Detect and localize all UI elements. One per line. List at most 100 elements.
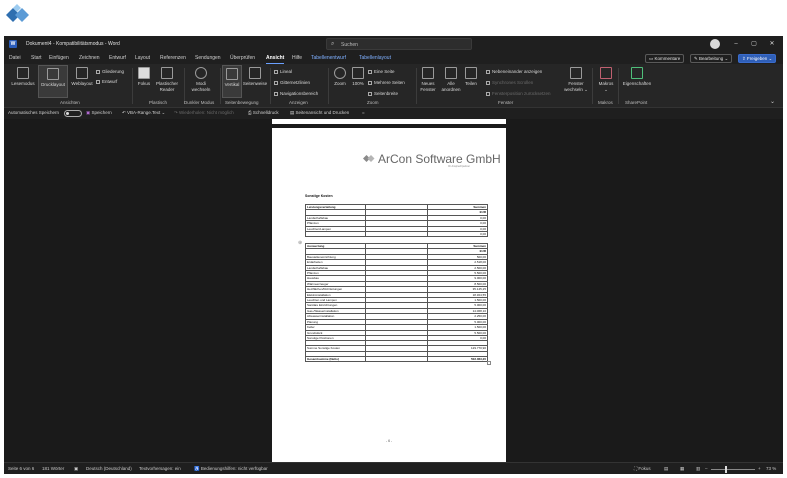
tab-ansicht[interactable]: Ansicht [266,55,285,64]
zoom-out-icon[interactable]: – [705,466,708,471]
new-window-icon [422,67,434,79]
separator [618,68,619,104]
print-layout-icon[interactable]: ▦ [680,466,684,472]
quickprint-button[interactable]: ⎙ Schnelldruck [248,110,279,115]
plastischer-reader-button[interactable]: Plastischer Reader [154,67,180,93]
zoom-100-button[interactable]: 100% [350,67,366,87]
table-cell[interactable] [365,355,428,363]
tab-tabellenlayout[interactable]: Tabellenlayout [359,55,391,61]
text-predictions[interactable]: Textvorhersagen: ein [139,466,181,471]
tab-sendungen[interactable]: Sendungen [195,55,221,61]
fenster-wechseln-button[interactable]: Fenster wechseln ⌄ [564,67,588,93]
collapse-ribbon-icon[interactable]: ⌄ [770,98,775,105]
table-cell[interactable] [305,230,366,238]
comments-button[interactable]: ▭ Kommentare [645,54,685,63]
document-page[interactable]: ArCon Software GmbH Ihr Ansprechpartner … [272,128,506,462]
properties-icon [631,67,643,79]
share-button[interactable]: ⇪ Freigeben ⌄ [738,54,777,63]
zoom-slider[interactable] [711,469,755,470]
proofing-icon[interactable]: ▣ [74,466,78,472]
makros-button[interactable]: Makros ⌄ [596,67,616,93]
neues-fenster-button[interactable]: Neues Fenster [418,67,438,93]
close-button[interactable]: ✕ [766,39,778,49]
lesemodus-label: Lesemodus [11,81,35,86]
user-avatar[interactable] [710,39,720,49]
alle-anordnen-button[interactable]: Alle anordnen [440,67,462,93]
separator [328,68,329,104]
fensterposition-button[interactable]: Fensterposition zurücksetzen [486,91,551,96]
section-title: Sonstige Kosten [305,194,333,198]
editing-mode-button[interactable]: ✎ Bearbeitung ⌄ [690,54,733,63]
accessibility-icon: ♿ [194,466,201,471]
seitenbreite-button[interactable]: Seitenbreite [368,91,398,96]
seitenweise-label: Seitenweise [242,81,268,86]
tab-einfuegen[interactable]: Einfügen [49,55,69,61]
zoom-slider-thumb[interactable] [725,466,728,473]
language-indicator[interactable]: Deutsch (Deutschland) [86,466,132,471]
autosave-toggle[interactable] [64,110,82,117]
table-cell[interactable] [365,230,428,238]
table-resize-handle[interactable] [487,361,491,365]
table-cell[interactable]: 502.063,20 [427,355,488,363]
drucklayout-button[interactable]: Drucklayout [38,65,68,98]
document-title: Dokument4 - Kompatibilitätsmodus - Word [26,41,120,47]
mehrere-seiten-button[interactable]: Mehrere Seiten [368,80,405,85]
tab-tabellenentwurf[interactable]: Tabellenentwurf [311,55,346,61]
zoom-level[interactable]: 73 % [766,466,776,471]
lesemodus-button[interactable]: Lesemodus [8,67,38,87]
tab-datei[interactable]: Datei [9,55,21,61]
gliederung-label: Gliederung [102,69,125,74]
web-layout-icon[interactable]: ▥ [696,466,700,472]
word-count[interactable]: 181 Wörter [42,466,64,471]
print-preview-button[interactable]: ▤ Seitenansicht und Drucken [290,110,349,116]
minimize-button[interactable]: – [730,39,742,49]
page-count[interactable]: Seite 6 von 6 [8,466,34,471]
tab-hilfe[interactable]: Hilfe [292,55,302,61]
nebeneinander-button[interactable]: Nebeneinander anzeigen [486,69,542,74]
zoom-button[interactable]: Zoom [331,67,349,87]
read-mode-icon[interactable]: ▤ [664,466,668,472]
weblayout-button[interactable]: Weblayout [68,67,96,87]
search-box[interactable]: ⌕ Suchen [326,38,472,50]
gliederung-button[interactable]: Gliederung [96,69,124,74]
tab-layout[interactable]: Layout [135,55,150,61]
separator [270,68,271,104]
tab-ueberpruefen[interactable]: Überprüfen [230,55,255,61]
separator [132,68,133,104]
accessibility-status[interactable]: ♿ Bedienungshilfen: nicht verfügbar [194,466,268,472]
page-icon [47,68,59,80]
leistungsverteilung-table[interactable]: Leistungsverteilung Summen EUR Landschaftsb… [305,203,488,238]
seitenweise-button[interactable]: Seitenweise [242,67,268,87]
table-move-handle-icon[interactable]: ⊕ [298,240,302,246]
autosave-label: Automatisches Speichern [8,110,60,115]
search-placeholder: Suchen [341,42,358,48]
tab-referenzen[interactable]: Referenzen [160,55,186,61]
redo-button[interactable]: ↷ Wiederholen: Nicht möglich [174,110,234,116]
teilen-button[interactable]: Teilen [463,67,479,87]
lineal-checkbox[interactable]: Lineal [274,69,292,74]
maximize-button[interactable]: ▢ [748,39,760,49]
outline-icon [96,70,100,74]
modi-wechseln-button[interactable]: Modi wechseln [188,67,214,93]
auswertung-table[interactable]: Auswertung Summen EUR Baustelleneinrichtung… [305,242,488,363]
save-button[interactable]: ▣ Speichern [86,110,112,116]
synchrones-scrollen-button[interactable]: Synchrones Scrollen [486,80,533,85]
customize-qat-button[interactable]: = [362,110,365,115]
document-canvas[interactable]: ArCon Software GmbH Ihr Ansprechpartner … [4,119,783,462]
gitternetzlinien-checkbox[interactable]: Gitternetzlinien [274,80,310,85]
entwurf-view-button[interactable]: Entwurf [96,79,117,84]
navigationsbereich-checkbox[interactable]: Navigationsbereich [274,91,318,96]
eine-seite-button[interactable]: Eine Seite [368,69,395,74]
tab-start[interactable]: Start [31,55,42,61]
eigenschaften-button[interactable]: Eigenschaften [620,67,654,87]
table-cell[interactable]: 0,00 [427,230,488,238]
tab-entwurf[interactable]: Entwurf [109,55,126,61]
vertikal-button[interactable]: Vertikal [222,65,242,98]
fokus-button[interactable]: Fokus [136,67,152,87]
vba-range-button[interactable]: ↶ VBA-Range.Text ⌄ [122,110,165,116]
table-cell[interactable]: Gesamtsumme (Netto) [305,355,366,363]
tab-zeichnen[interactable]: Zeichnen [79,55,100,61]
focus-button[interactable]: ⛶ Fokus [634,466,651,471]
modi-label-1: Modi [196,81,206,86]
zoom-in-icon[interactable]: + [758,466,761,471]
